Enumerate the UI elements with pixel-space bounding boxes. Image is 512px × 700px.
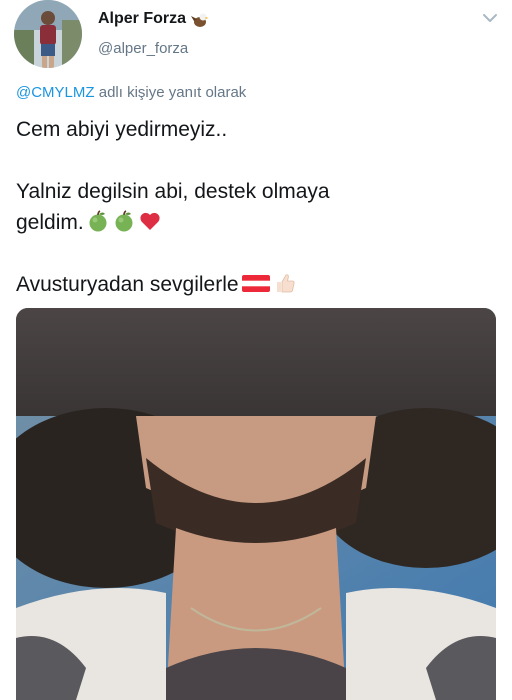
reply-mention-link[interactable]: @CMYLMZ [16, 84, 95, 101]
avatar[interactable] [14, 0, 82, 68]
green-apple-emoji-icon [115, 210, 133, 232]
green-apple-emoji-icon [89, 210, 107, 232]
austria-flag-emoji-icon [241, 275, 270, 292]
tweet-paragraph: Yalniz degilsin abi, destek olmaya geldi… [16, 176, 486, 238]
reply-context: @CMYLMZ adlı kişiye yanıt olarak [16, 84, 246, 101]
eagle-emoji-icon [191, 13, 209, 27]
thumbs-up-emoji-icon [276, 274, 295, 293]
display-name[interactable]: Alper Forza [98, 10, 186, 28]
user-handle[interactable]: @alper_forza [98, 40, 188, 57]
chevron-down-icon[interactable] [480, 8, 500, 28]
tweet-line: Cem abiyi yedirmeyiz.. [16, 118, 228, 141]
tweet-line: Yalniz degilsin abi, destek olmaya [16, 180, 330, 203]
tweet-header: Alper Forza @alper_forza [0, 0, 512, 82]
tweet-line: geldim. [16, 211, 84, 234]
tweet-text: Cem abiyi yedirmeyiz.. Yalniz degilsin a… [16, 114, 486, 300]
tweet-media-image[interactable] [16, 308, 496, 700]
tweet-paragraph: Avusturyadan sevgilerle [16, 269, 486, 300]
reply-suffix: adlı kişiye yanıt olarak [98, 84, 247, 101]
tweet-line: Avusturyadan sevgilerle [16, 273, 239, 296]
red-heart-emoji-icon [140, 212, 160, 230]
